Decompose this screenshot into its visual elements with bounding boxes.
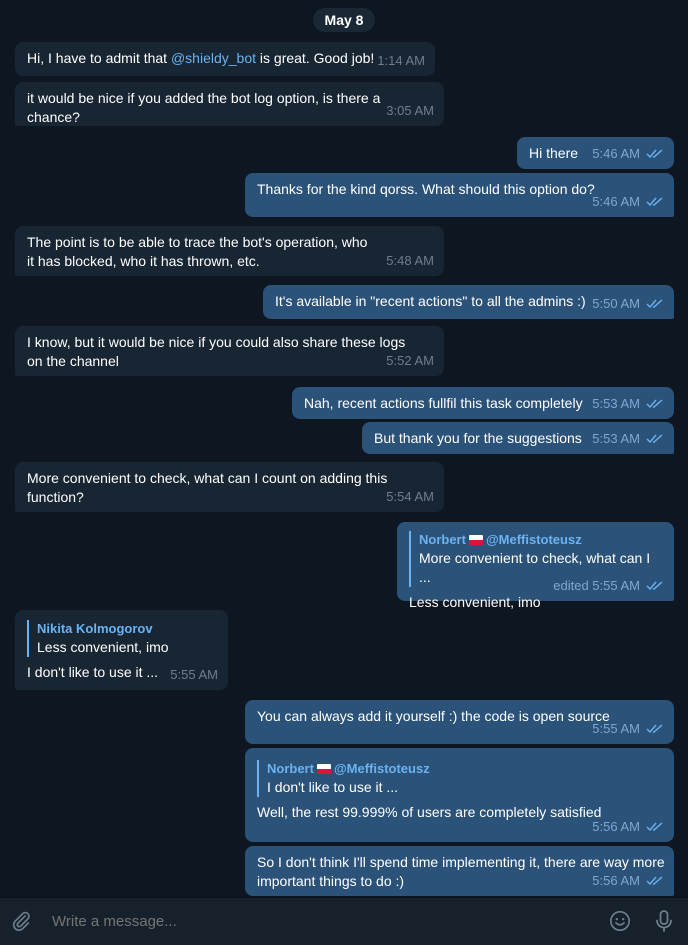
- message-incoming-reply[interactable]: Nikita Kolmogorov Less convenient, imo I…: [15, 610, 228, 690]
- message-text: But thank you for the suggestions: [374, 430, 582, 446]
- double-check-icon: [646, 196, 663, 206]
- message-incoming[interactable]: Hi, I have to admit that @shieldy_bot is…: [15, 42, 435, 76]
- message-outgoing[interactable]: You can always add it yourself :) the co…: [245, 700, 674, 744]
- message-incoming[interactable]: The point is to be able to trace the bot…: [15, 226, 444, 276]
- message-time: 1:14 AM: [377, 53, 425, 68]
- message-outgoing[interactable]: So I don't think I'll spend time impleme…: [245, 846, 674, 896]
- message-time: edited 5:55 AM: [553, 576, 664, 595]
- double-check-icon: [646, 723, 663, 733]
- message-time: 5:46 AM: [592, 144, 664, 163]
- message-time: 5:52 AM: [386, 353, 434, 368]
- double-check-icon: [646, 298, 663, 308]
- message-text: it would be nice if you added the bot lo…: [27, 90, 381, 125]
- message-text: Well, the rest 99.999% of users are comp…: [257, 804, 602, 820]
- message-time: 5:53 AM: [592, 429, 664, 448]
- message-text: Thanks for the kind qorss. What should t…: [257, 181, 595, 197]
- message-time: 5:46 AM: [592, 192, 664, 211]
- message-outgoing-reply[interactable]: Norbert @Meffistoteusz I don't like to us…: [245, 748, 674, 842]
- message-time: 5:55 AM: [170, 667, 218, 682]
- message-time: 5:50 AM: [592, 294, 664, 313]
- message-text: Less convenient, imo: [409, 594, 541, 610]
- date-separator: May 8: [313, 8, 375, 32]
- message-outgoing-reply[interactable]: Norbert @Meffistoteusz More convenient to…: [397, 522, 674, 610]
- message-time: 5:48 AM: [386, 253, 434, 268]
- poland-flag-icon: [316, 764, 331, 774]
- message-outgoing[interactable]: But thank you for the suggestions 5:53 A…: [362, 422, 674, 454]
- message-outgoing[interactable]: Nah, recent actions fullfil this task co…: [292, 387, 674, 419]
- message-outgoing[interactable]: Thanks for the kind qorss. What should t…: [245, 173, 674, 217]
- message-text: I don't like to use it ...: [27, 664, 159, 680]
- message-time: 5:54 AM: [386, 489, 434, 504]
- reply-text: I don't like to use it ...: [267, 779, 399, 795]
- microphone-icon[interactable]: [654, 909, 674, 933]
- reply-author: Norbert @Meffistoteusz: [267, 761, 430, 776]
- message-input[interactable]: [50, 910, 594, 934]
- message-time: 5:56 AM: [592, 817, 664, 836]
- reply-quote[interactable]: Nikita Kolmogorov Less convenient, imo: [27, 620, 216, 657]
- message-text: Hi there: [529, 145, 579, 161]
- reply-quote[interactable]: Norbert @Meffistoteusz I don't like to us…: [257, 760, 662, 797]
- reply-author: Nikita Kolmogorov: [37, 621, 153, 636]
- message-text: It's available in "recent actions" to al…: [275, 293, 586, 309]
- message-incoming[interactable]: More convenient to check, what can I cou…: [15, 462, 444, 512]
- reply-author: Norbert @Meffistoteusz: [419, 532, 582, 547]
- paperclip-icon[interactable]: [10, 910, 32, 932]
- message-composer: [0, 897, 688, 945]
- smile-icon[interactable]: [609, 910, 631, 932]
- double-check-icon: [646, 821, 663, 831]
- message-text: Hi, I have to admit that @shieldy_bot is…: [27, 50, 375, 66]
- double-check-icon: [646, 875, 663, 885]
- message-text: More convenient to check, what can I cou…: [27, 470, 388, 505]
- message-outgoing[interactable]: It's available in "recent actions" to al…: [263, 285, 674, 319]
- message-incoming[interactable]: I know, but it would be nice if you coul…: [15, 326, 444, 376]
- chat-history[interactable]: May 8 Hi, I have to admit that @shieldy_…: [0, 0, 688, 897]
- message-text: You can always add it yourself :) the co…: [257, 708, 610, 724]
- message-time: 3:05 AM: [386, 103, 434, 118]
- bot-mention-link[interactable]: @shieldy_bot: [171, 50, 256, 66]
- message-text: I know, but it would be nice if you coul…: [27, 334, 406, 369]
- message-outgoing[interactable]: Hi there 5:46 AM: [517, 137, 674, 169]
- message-text: The point is to be able to trace the bot…: [27, 234, 368, 269]
- message-time: 5:55 AM: [592, 719, 664, 738]
- reply-text: Less convenient, imo: [37, 639, 169, 655]
- double-check-icon: [646, 580, 663, 590]
- poland-flag-icon: [468, 535, 483, 545]
- message-incoming[interactable]: it would be nice if you added the bot lo…: [15, 82, 444, 126]
- double-check-icon: [646, 433, 663, 443]
- double-check-icon: [646, 148, 663, 158]
- message-time: 5:56 AM: [592, 871, 664, 890]
- double-check-icon: [646, 398, 663, 408]
- message-text: Nah, recent actions fullfil this task co…: [304, 395, 583, 411]
- message-time: 5:53 AM: [592, 394, 664, 413]
